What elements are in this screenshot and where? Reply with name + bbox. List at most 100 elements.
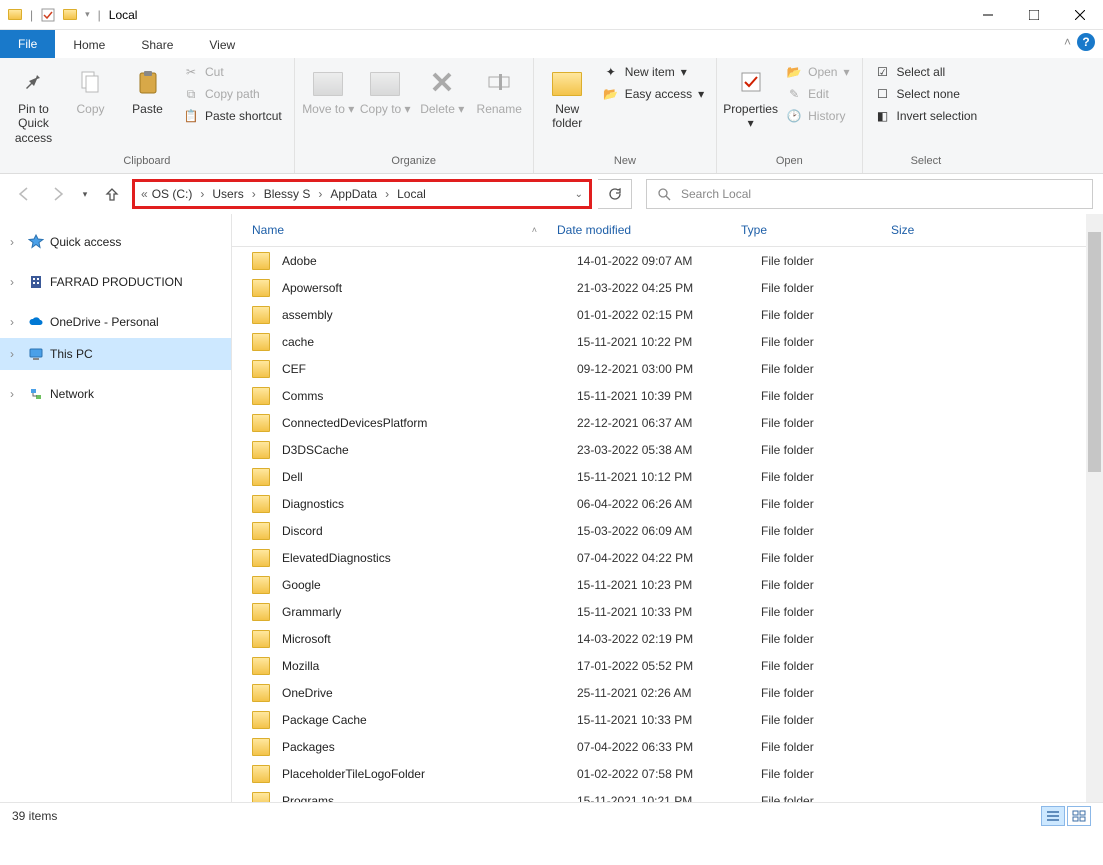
copy-path-button[interactable]: ⧉Copy path bbox=[177, 84, 288, 104]
file-row[interactable]: PlaceholderTileLogoFolder01-02-2022 07:5… bbox=[232, 760, 1103, 787]
file-row[interactable]: ElevatedDiagnostics07-04-2022 04:22 PMFi… bbox=[232, 544, 1103, 571]
maximize-button[interactable] bbox=[1011, 0, 1057, 30]
view-tab[interactable]: View bbox=[191, 30, 253, 58]
expand-icon[interactable]: › bbox=[10, 275, 22, 289]
thumbnails-view-button[interactable] bbox=[1067, 806, 1091, 826]
address-bar[interactable]: « OS (C:)› Users› Blessy S› AppData› Loc… bbox=[132, 179, 592, 209]
copy-to-button[interactable]: Copy to ▾ bbox=[358, 62, 413, 116]
qat-dropdown-icon[interactable]: ▾ bbox=[85, 9, 90, 20]
file-row[interactable]: Diagnostics06-04-2022 06:26 AMFile folde… bbox=[232, 490, 1103, 517]
file-row[interactable]: OneDrive25-11-2021 02:26 AMFile folder bbox=[232, 679, 1103, 706]
navtree-item[interactable]: ›This PC bbox=[0, 338, 231, 370]
expand-icon[interactable]: › bbox=[10, 235, 22, 249]
move-to-button[interactable]: Move to ▾ bbox=[301, 62, 356, 116]
easy-access-button[interactable]: 📂Easy access ▾ bbox=[597, 84, 710, 104]
expand-icon[interactable]: › bbox=[10, 315, 22, 329]
expand-icon[interactable]: › bbox=[10, 347, 22, 361]
select-none-button[interactable]: ☐Select none bbox=[869, 84, 984, 104]
file-date: 15-11-2021 10:12 PM bbox=[577, 470, 761, 484]
file-date: 15-03-2022 06:09 AM bbox=[577, 524, 761, 538]
file-row[interactable]: Adobe14-01-2022 09:07 AMFile folder bbox=[232, 247, 1103, 274]
refresh-button[interactable] bbox=[598, 179, 632, 209]
copy-to-icon bbox=[369, 66, 401, 98]
open-button[interactable]: 📂Open ▾ bbox=[780, 62, 855, 82]
breadcrumb-item[interactable]: AppData bbox=[326, 187, 381, 201]
properties-icon bbox=[735, 66, 767, 98]
navtree-item[interactable]: ›Network bbox=[0, 378, 231, 410]
file-row[interactable]: assembly01-01-2022 02:15 PMFile folder bbox=[232, 301, 1103, 328]
file-row[interactable]: Comms15-11-2021 10:39 PMFile folder bbox=[232, 382, 1103, 409]
file-tab[interactable]: File bbox=[0, 30, 55, 58]
file-row[interactable]: Mozilla17-01-2022 05:52 PMFile folder bbox=[232, 652, 1103, 679]
scrollbar[interactable] bbox=[1086, 214, 1103, 802]
file-row[interactable]: Discord15-03-2022 06:09 AMFile folder bbox=[232, 517, 1103, 544]
file-name: D3DSCache bbox=[282, 443, 577, 457]
history-icon: 🕑 bbox=[786, 108, 802, 124]
minimize-button[interactable] bbox=[965, 0, 1011, 30]
breadcrumb-item[interactable]: Blessy S bbox=[260, 187, 315, 201]
share-tab[interactable]: Share bbox=[123, 30, 191, 58]
up-button[interactable] bbox=[98, 180, 126, 208]
delete-button[interactable]: Delete ▾ bbox=[415, 62, 470, 116]
chevron-right-icon[interactable]: › bbox=[381, 187, 393, 201]
chevron-right-icon[interactable]: › bbox=[248, 187, 260, 201]
back-button[interactable] bbox=[10, 180, 38, 208]
cut-button[interactable]: ✂Cut bbox=[177, 62, 288, 82]
history-button[interactable]: 🕑History bbox=[780, 106, 855, 126]
file-row[interactable]: CEF09-12-2021 03:00 PMFile folder bbox=[232, 355, 1103, 382]
file-type: File folder bbox=[761, 605, 911, 619]
collapse-ribbon-icon[interactable]: ˄ bbox=[1064, 35, 1071, 49]
checkbox-icon[interactable] bbox=[41, 8, 55, 22]
chevron-right-icon[interactable]: › bbox=[196, 187, 208, 201]
address-dropdown-icon[interactable]: ⌄ bbox=[575, 189, 583, 200]
file-row[interactable]: Microsoft14-03-2022 02:19 PMFile folder bbox=[232, 625, 1103, 652]
overflow-chevron-icon[interactable]: « bbox=[141, 187, 148, 201]
file-date: 14-03-2022 02:19 PM bbox=[577, 632, 761, 646]
file-row[interactable]: Package Cache15-11-2021 10:33 PMFile fol… bbox=[232, 706, 1103, 733]
pin-quick-access-button[interactable]: Pin to Quick access bbox=[6, 62, 61, 145]
file-row[interactable]: ConnectedDevicesPlatform22-12-2021 06:37… bbox=[232, 409, 1103, 436]
select-all-button[interactable]: ☑Select all bbox=[869, 62, 984, 82]
edit-button[interactable]: ✎Edit bbox=[780, 84, 855, 104]
column-type[interactable]: Type bbox=[741, 223, 891, 237]
expand-icon[interactable]: › bbox=[10, 387, 22, 401]
breadcrumb-item[interactable]: OS (C:) bbox=[148, 187, 197, 201]
close-button[interactable] bbox=[1057, 0, 1103, 30]
paste-shortcut-icon: 📋 bbox=[183, 108, 199, 124]
file-row[interactable]: cache15-11-2021 10:22 PMFile folder bbox=[232, 328, 1103, 355]
file-row[interactable]: Programs15-11-2021 10:21 PMFile folder bbox=[232, 787, 1103, 802]
column-name[interactable]: Name˄ bbox=[232, 223, 557, 237]
column-size[interactable]: Size bbox=[891, 223, 991, 237]
new-item-button[interactable]: ✦New item ▾ bbox=[597, 62, 710, 82]
rename-button[interactable]: Rename bbox=[472, 62, 527, 116]
properties-button[interactable]: Properties ▾ bbox=[723, 62, 778, 131]
navtree-item[interactable]: ›OneDrive - Personal bbox=[0, 306, 231, 338]
column-date[interactable]: Date modified bbox=[557, 223, 741, 237]
file-row[interactable]: Grammarly15-11-2021 10:33 PMFile folder bbox=[232, 598, 1103, 625]
breadcrumb-item[interactable]: Users bbox=[208, 187, 247, 201]
file-type: File folder bbox=[761, 524, 911, 538]
help-icon[interactable]: ? bbox=[1077, 33, 1095, 51]
invert-selection-button[interactable]: ◧Invert selection bbox=[869, 106, 984, 126]
file-name: ConnectedDevicesPlatform bbox=[282, 416, 577, 430]
search-input[interactable]: Search Local bbox=[646, 179, 1093, 209]
copy-button[interactable]: Copy bbox=[63, 62, 118, 116]
paste-button[interactable]: Paste bbox=[120, 62, 175, 116]
paste-shortcut-button[interactable]: 📋Paste shortcut bbox=[177, 106, 288, 126]
recent-dropdown[interactable]: ▾ bbox=[78, 180, 92, 208]
details-view-button[interactable] bbox=[1041, 806, 1065, 826]
file-row[interactable]: Packages07-04-2022 06:33 PMFile folder bbox=[232, 733, 1103, 760]
scrollbar-thumb[interactable] bbox=[1088, 232, 1101, 472]
forward-button[interactable] bbox=[44, 180, 72, 208]
file-row[interactable]: Google15-11-2021 10:23 PMFile folder bbox=[232, 571, 1103, 598]
file-row[interactable]: Dell15-11-2021 10:12 PMFile folder bbox=[232, 463, 1103, 490]
home-tab[interactable]: Home bbox=[55, 30, 123, 58]
file-date: 25-11-2021 02:26 AM bbox=[577, 686, 761, 700]
file-row[interactable]: Apowersoft21-03-2022 04:25 PMFile folder bbox=[232, 274, 1103, 301]
breadcrumb-item[interactable]: Local bbox=[393, 187, 430, 201]
navtree-item[interactable]: ›Quick access bbox=[0, 226, 231, 258]
navtree-item[interactable]: ›FARRAD PRODUCTION bbox=[0, 266, 231, 298]
new-folder-button[interactable]: New folder bbox=[540, 62, 595, 131]
chevron-right-icon[interactable]: › bbox=[314, 187, 326, 201]
file-row[interactable]: D3DSCache23-03-2022 05:38 AMFile folder bbox=[232, 436, 1103, 463]
